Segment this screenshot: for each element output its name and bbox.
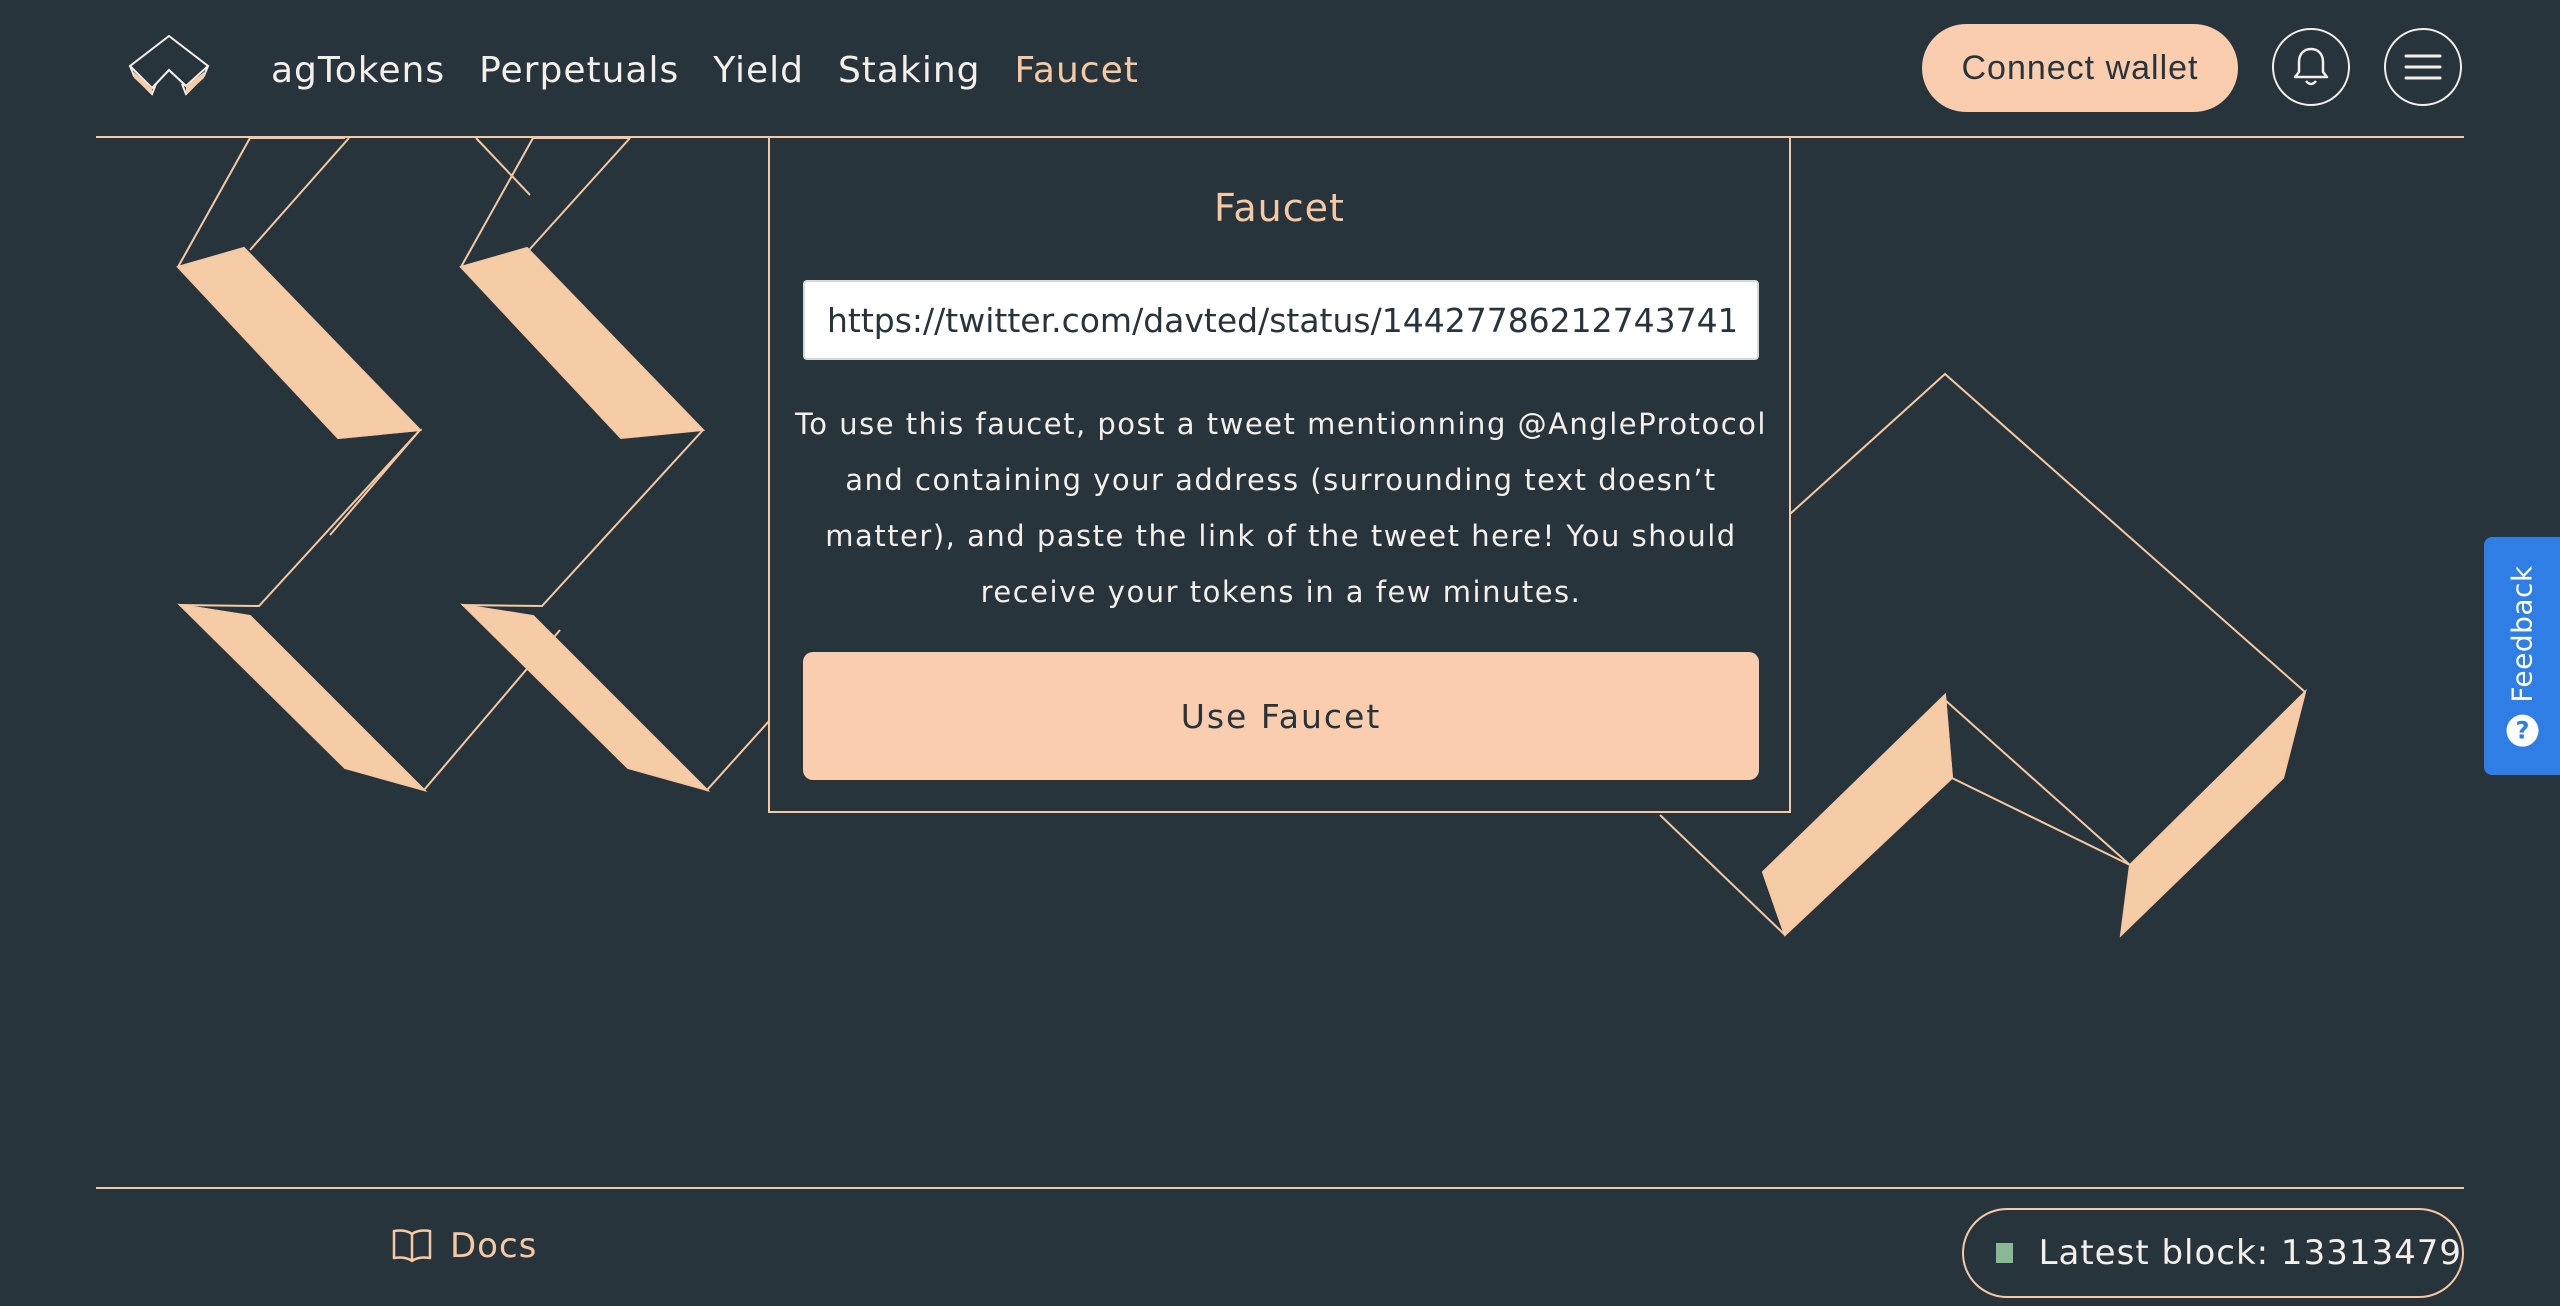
faucet-title: Faucet: [1214, 186, 1345, 230]
block-status-indicator: [1996, 1243, 2013, 1263]
faucet-instructions: To use this faucet, post a tweet mention…: [795, 407, 1767, 609]
angle-logo-icon[interactable]: [126, 32, 212, 102]
nav-item-staking[interactable]: Staking: [838, 42, 981, 100]
feedback-tab[interactable]: ? Feedback: [2484, 537, 2560, 775]
latest-block-text: Latest block: 13313479: [2038, 1233, 2462, 1273]
book-icon: [392, 1229, 432, 1263]
notifications-button[interactable]: [2272, 28, 2350, 106]
feedback-tab-content: ? Feedback: [2505, 565, 2539, 747]
docs-link[interactable]: Docs: [392, 1226, 537, 1266]
connect-wallet-button[interactable]: Connect wallet: [1922, 24, 2238, 112]
nav-item-perpetuals[interactable]: Perpetuals: [479, 42, 679, 100]
footer-divider: [96, 1187, 2464, 1189]
nav-item-yield[interactable]: Yield: [713, 42, 804, 100]
latest-block-indicator: Latest block: 13313479: [1962, 1208, 2464, 1298]
nav-item-agtokens[interactable]: agTokens: [271, 42, 445, 100]
top-navbar: agTokens Perpetuals Yield Staking Faucet…: [96, 0, 2464, 138]
hamburger-menu-icon: [2404, 54, 2442, 80]
feedback-label: Feedback: [2505, 565, 2539, 703]
question-circle-icon: ?: [2506, 714, 2538, 747]
tweet-url-input[interactable]: [803, 280, 1759, 360]
bell-icon: [2293, 47, 2329, 86]
faucet-page: agTokens Perpetuals Yield Staking Faucet…: [0, 0, 2560, 1306]
use-faucet-button[interactable]: Use Faucet: [803, 652, 1759, 780]
docs-label: Docs: [450, 1226, 538, 1266]
menu-button[interactable]: [2384, 28, 2462, 106]
nav-item-faucet[interactable]: Faucet: [1015, 42, 1139, 100]
faucet-card: Faucet To use this faucet, post a tweet …: [768, 138, 1791, 813]
main-nav: agTokens Perpetuals Yield Staking Faucet: [271, 42, 1173, 100]
